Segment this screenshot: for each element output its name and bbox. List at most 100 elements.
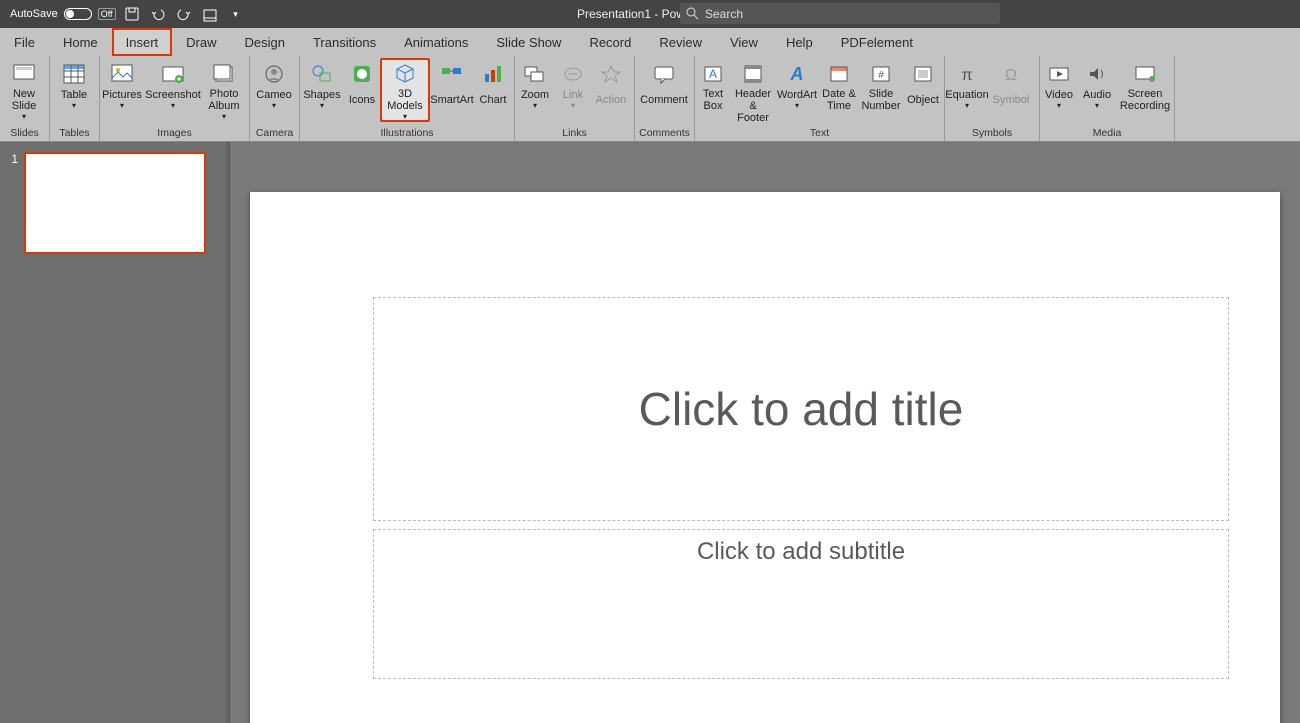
photo-album-icon [210,62,238,86]
new-slide-icon [10,62,38,86]
object-icon [909,62,937,86]
photo-album-button[interactable]: Photo Album▾ [202,58,246,122]
ribbon: New Slide▾ Slides Table▾ Tables Pictures… [0,56,1300,142]
new-slide-button[interactable]: New Slide▾ [0,58,48,122]
cameo-button[interactable]: Cameo▾ [250,58,298,112]
text-box-button[interactable]: A Text Box [695,58,731,112]
tab-review[interactable]: Review [645,28,716,56]
tab-pdfelement[interactable]: PDFelement [827,28,927,56]
subtitle-placeholder[interactable]: Click to add subtitle [373,529,1229,679]
title-placeholder[interactable]: Click to add title [373,297,1229,521]
tab-draw[interactable]: Draw [172,28,230,56]
group-links-label: Links [515,127,634,141]
text-box-icon: A [699,62,727,86]
table-button[interactable]: Table▾ [50,58,98,112]
tab-animations[interactable]: Animations [390,28,482,56]
shapes-button[interactable]: Shapes▾ [300,58,344,112]
chart-icon [479,62,507,86]
screen-recording-icon [1131,62,1159,86]
group-images-label: Images [100,127,249,141]
ribbon-tabs: File Home Insert Draw Design Transitions… [0,28,1300,56]
slide-number-icon: # [867,62,895,86]
chart-button[interactable]: Chart [474,58,512,112]
video-button[interactable]: Video▾ [1040,58,1078,112]
icons-button[interactable]: Icons [344,58,380,112]
audio-icon [1083,62,1111,86]
group-tables-label: Tables [50,127,99,141]
tab-record[interactable]: Record [575,28,645,56]
pictures-button[interactable]: Pictures▾ [100,58,144,112]
tab-slideshow[interactable]: Slide Show [482,28,575,56]
action-icon [597,62,625,86]
group-comments-label: Comments [635,127,694,141]
group-symbols-label: Symbols [945,127,1039,141]
group-illustrations-label: Illustrations [300,127,514,141]
search-icon [686,7,699,20]
tab-file[interactable]: File [0,28,49,56]
group-media-label: Media [1040,127,1174,141]
slide-thumbnail-1[interactable] [24,152,206,254]
header-footer-icon [739,62,767,86]
tab-home[interactable]: Home [49,28,112,56]
autosave-toggle[interactable] [64,8,92,20]
workspace: 1 Click to add title Click to add subtit… [0,142,1300,723]
svg-text:A: A [709,67,717,81]
slide[interactable]: Click to add title Click to add subtitle [250,192,1280,723]
pictures-icon [108,62,136,86]
comment-icon [650,62,678,86]
svg-text:Ω: Ω [1005,67,1017,84]
from-beginning-icon[interactable] [200,4,220,24]
tab-help[interactable]: Help [772,28,827,56]
qat-more-icon[interactable]: ▾ [226,4,246,24]
equation-button[interactable]: π Equation▾ [945,58,989,112]
equation-icon: π [953,62,981,86]
symbol-icon: Ω [997,62,1025,86]
3d-models-icon [391,62,419,86]
wordart-button[interactable]: A WordArt▾ [775,58,819,112]
video-icon [1045,62,1073,86]
tab-transitions[interactable]: Transitions [299,28,390,56]
header-footer-button[interactable]: Header & Footer [731,58,775,124]
object-button[interactable]: Object [903,58,943,112]
thumbnail-number: 1 [6,152,18,254]
screenshot-icon [159,62,187,86]
svg-text:#: # [878,70,884,81]
title-bar: AutoSave Off ▾ Presentation1 - PowerPoin… [0,0,1300,28]
comment-button[interactable]: Comment [635,58,693,112]
zoom-button[interactable]: Zoom▾ [515,58,555,112]
slide-thumbnails-pane[interactable]: 1 [0,142,230,723]
smartart-button[interactable]: SmartArt [430,58,474,112]
tab-insert[interactable]: Insert [112,28,173,56]
cameo-icon [260,62,288,86]
3d-models-button[interactable]: 3D Models▾ [380,58,430,122]
wordart-icon: A [783,62,811,86]
smartart-icon [438,62,466,86]
symbol-button[interactable]: Ω Symbol [989,58,1033,112]
date-time-icon [825,62,853,86]
slide-canvas-area[interactable]: Click to add title Click to add subtitle [230,142,1300,723]
search-box[interactable]: Search [680,3,1000,24]
svg-text:π: π [961,67,972,84]
icons-icon [348,62,376,86]
group-slides-label: Slides [0,127,49,141]
undo-icon[interactable] [148,4,168,24]
action-button[interactable]: Action [591,58,631,112]
zoom-icon [521,62,549,86]
link-button[interactable]: Link▾ [555,58,591,112]
link-icon [559,62,587,86]
group-camera-label: Camera [250,127,299,141]
slide-number-button[interactable]: # Slide Number [859,58,903,112]
autosave-state: Off [98,8,116,20]
date-time-button[interactable]: Date & Time [819,58,859,112]
svg-text:A: A [790,64,804,84]
audio-button[interactable]: Audio▾ [1078,58,1116,112]
screen-recording-button[interactable]: Screen Recording [1116,58,1174,112]
screenshot-button[interactable]: Screenshot▾ [144,58,202,112]
save-icon[interactable] [122,4,142,24]
group-text-label: Text [695,127,944,141]
table-icon [60,62,88,86]
tab-design[interactable]: Design [231,28,299,56]
shapes-icon [308,62,336,86]
redo-icon[interactable] [174,4,194,24]
tab-view[interactable]: View [716,28,772,56]
